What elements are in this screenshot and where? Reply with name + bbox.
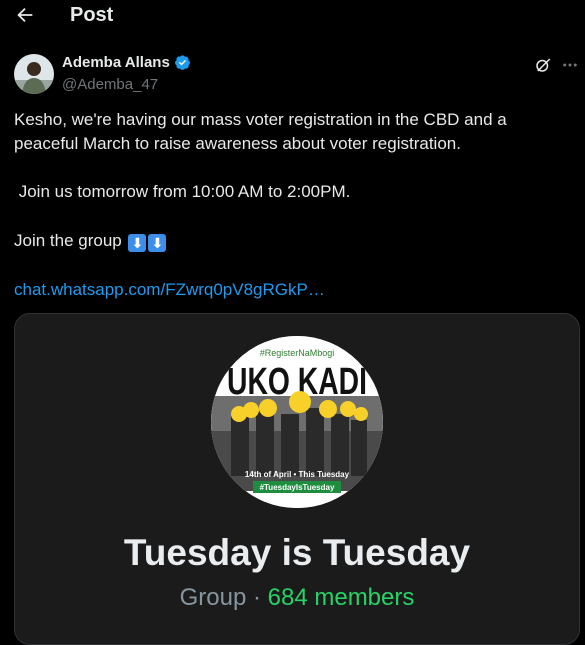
author-handle[interactable]: @Ademba_47 [62, 76, 158, 93]
author-name-row: Ademba Allans [62, 54, 191, 71]
tweet-text-line-2: peaceful March to raise awareness about … [14, 134, 461, 153]
tweet-text-line-1: Kesho, we're having our mass voter regis… [14, 110, 507, 129]
poster-tag: #TuesdayIsTuesday [260, 483, 335, 492]
group-label: Group · [179, 584, 268, 611]
link-preview-card[interactable]: #RegisterNaMbogi UKO KADI 14th of April … [14, 313, 580, 645]
tweet-text-line-4: Join the group ⬇ ⬇ [14, 229, 167, 253]
group-avatar: #RegisterNaMbogi UKO KADI 14th of April … [211, 336, 383, 508]
join-group-text: Join the group [14, 231, 127, 250]
avatar[interactable] [14, 54, 54, 94]
tweet-text-line-3: Join us tomorrow from 10:00 AM to 2:00PM… [14, 182, 351, 201]
down-arrow-emoji-icon: ⬇ [148, 234, 167, 252]
more-options-icon[interactable] [560, 56, 580, 74]
verified-badge-icon [174, 55, 190, 70]
grok-icon[interactable] [534, 56, 552, 74]
poster-date: 14th of April • This Tuesday [245, 470, 350, 479]
member-count: 684 members [267, 584, 415, 611]
top-bar: Post [0, 0, 585, 32]
poster-hashtag: #RegisterNaMbogi [260, 348, 335, 358]
page-title: Post [70, 4, 114, 26]
whatsapp-link[interactable]: chat.whatsapp.com/FZwrq0pV8gRGkP… [14, 278, 325, 302]
poster-footer: Meet up Nairobi Archives [258, 499, 336, 506]
down-arrow-emoji-icon: ⬇ [128, 234, 147, 252]
author-display-name[interactable]: Ademba Allans [62, 54, 170, 71]
back-arrow-icon[interactable] [14, 4, 36, 26]
group-name: Tuesday is Tuesday [123, 532, 471, 573]
group-info: Group · 684 members [15, 584, 579, 612]
